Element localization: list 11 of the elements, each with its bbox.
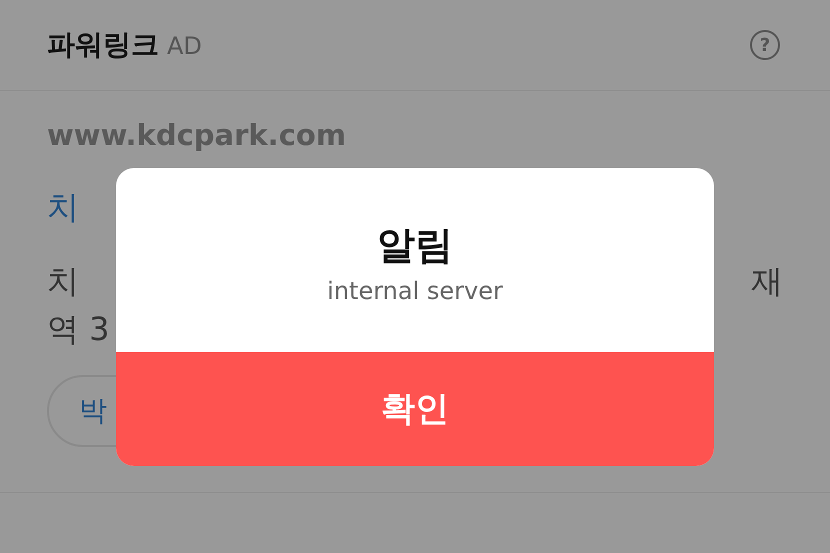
ad-description: 치 [47,261,79,302]
help-button[interactable]: ? [750,30,780,60]
ad-label: AD [167,32,202,60]
dialog-message: internal server [327,277,503,305]
ad-title-link[interactable]: 치 [47,185,79,229]
ad-description: 재 [751,261,783,302]
confirm-button[interactable]: 확인 [116,352,714,466]
ad-url: www.kdcpark.com [47,117,346,154]
section-title: 파워링크 [47,27,159,63]
ad-description: 역 3 [47,310,110,348]
dialog-title: 알림 [377,222,453,269]
